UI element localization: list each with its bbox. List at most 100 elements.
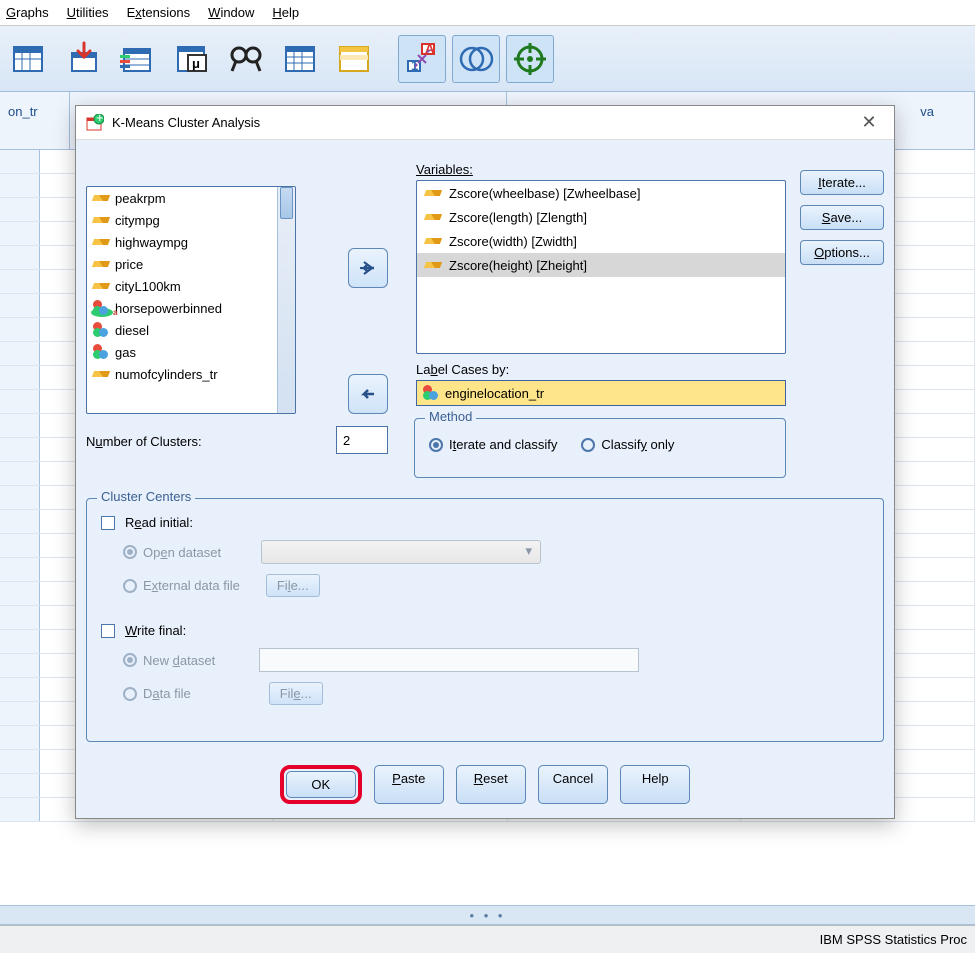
grid-col-first[interactable]: on_tr (0, 92, 70, 149)
method-classify-only[interactable]: Classify only (581, 437, 674, 452)
menu-window[interactable]: Window (208, 5, 254, 20)
source-var-cityL100km[interactable]: cityL100km (87, 275, 295, 297)
toolbar: μ A1 (0, 26, 975, 92)
cc-legend: Cluster Centers (97, 489, 195, 504)
source-var-horsepowerbinned[interactable]: a horsepowerbinned (87, 297, 295, 319)
scale-icon (425, 185, 441, 201)
menu-graphs[interactable]: Graphs (6, 5, 49, 20)
scale-icon (93, 190, 109, 206)
move-to-variables-button[interactable] (348, 248, 388, 288)
iterate-button[interactable]: Iterate... (800, 170, 884, 195)
status-text: IBM SPSS Statistics Proc (820, 932, 967, 947)
scale-icon (425, 257, 441, 273)
open-dataset-select (261, 540, 541, 564)
source-var-peakrpm[interactable]: peakrpm (87, 187, 295, 209)
side-buttons: Iterate... Save... Options... (800, 170, 884, 265)
variables-label: Variables: (416, 162, 473, 177)
var-label: gas (115, 345, 136, 360)
new-dataset-radio: New dataset (123, 653, 215, 668)
selected-var-0[interactable]: Zscore(wheelbase) [Zwheelbase] (417, 181, 785, 205)
svg-text:+: + (96, 114, 104, 125)
numclusters-input[interactable] (336, 426, 388, 454)
var-label: Zscore(width) [Zwidth] (449, 234, 577, 249)
toolbar-find-icon[interactable] (222, 35, 270, 83)
source-var-highwaympg[interactable]: highwaympg (87, 231, 295, 253)
toolbar-labels-icon[interactable]: A1 (398, 35, 446, 83)
source-rows: peakrpmcitympghighwaympgpricecityL100kma… (87, 187, 295, 385)
source-var-gas[interactable]: gas (87, 341, 295, 363)
options-button[interactable]: Options... (800, 240, 884, 265)
toolbar-mu-icon[interactable]: μ (168, 35, 216, 83)
nominal-icon (93, 344, 109, 360)
selected-var-1[interactable]: Zscore(length) [Zlength] (417, 205, 785, 229)
help-button[interactable]: Help (620, 765, 690, 804)
var-label: Zscore(wheelbase) [Zwheelbase] (449, 186, 640, 201)
horizontal-scrollbar[interactable]: • • • (0, 905, 975, 925)
source-var-citympg[interactable]: citympg (87, 209, 295, 231)
nominal-icon: a (93, 300, 109, 316)
toolbar-grid2-icon[interactable] (276, 35, 324, 83)
reset-button[interactable]: Reset (456, 765, 526, 804)
var-label: price (115, 257, 143, 272)
paste-button[interactable]: Paste (374, 765, 444, 804)
write-file-button: File... (269, 682, 323, 705)
source-variable-list[interactable]: peakrpmcitympghighwaympgpricecityL100kma… (86, 186, 296, 414)
kmeans-dialog: + K-Means Cluster Analysis ✕ peakrpm city… (75, 105, 895, 819)
svg-text:μ: μ (192, 56, 200, 71)
scale-icon (93, 256, 109, 272)
scale-icon (93, 278, 109, 294)
menu-extensions[interactable]: Extensions (127, 5, 191, 20)
method-iterate-classify[interactable]: Iterate and classify (429, 437, 557, 452)
var-label: highwaympg (115, 235, 188, 250)
write-final-check[interactable]: Write final: (101, 623, 869, 638)
nominal-icon (423, 385, 439, 401)
menu-utilities[interactable]: Utilities (67, 5, 109, 20)
move-to-labelcases-button[interactable] (348, 374, 388, 414)
scale-icon (93, 212, 109, 228)
source-var-numofcylinders_tr[interactable]: numofcylinders_tr (87, 363, 295, 385)
menu-help[interactable]: Help (272, 5, 299, 20)
source-var-price[interactable]: price (87, 253, 295, 275)
read-file-button: File... (266, 574, 320, 597)
save-button[interactable]: Save... (800, 205, 884, 230)
menu-bar: Graphs Utilities Extensions Window Help (0, 0, 975, 26)
var-label: citympg (115, 213, 160, 228)
dialog-titlebar: + K-Means Cluster Analysis ✕ (76, 106, 894, 140)
dialog-title: K-Means Cluster Analysis (112, 115, 260, 130)
source-list-scrollbar[interactable] (277, 187, 295, 413)
var-label: numofcylinders_tr (115, 367, 218, 382)
external-file-radio: External data file (123, 578, 240, 593)
read-initial-check[interactable]: Read initial: (101, 515, 869, 530)
ok-highlight: OK (280, 765, 362, 804)
new-dataset-input (259, 648, 639, 672)
source-var-diesel[interactable]: diesel (87, 319, 295, 341)
labelcases-field[interactable]: enginelocation_tr (416, 380, 786, 406)
var-label: horsepowerbinned (115, 301, 222, 316)
status-bar: IBM SPSS Statistics Proc (0, 925, 975, 953)
toolbar-list-icon[interactable] (114, 35, 162, 83)
close-icon[interactable]: ✕ (854, 112, 884, 133)
ok-button[interactable]: OK (286, 771, 356, 798)
data-file-radio: Data file (123, 686, 191, 701)
toolbar-target-icon[interactable] (506, 35, 554, 83)
variables-list[interactable]: Zscore(wheelbase) [Zwheelbase] Zscore(len… (416, 180, 786, 354)
toolbar-highlight-icon[interactable] (330, 35, 378, 83)
selected-var-2[interactable]: Zscore(width) [Zwidth] (417, 229, 785, 253)
var-label: peakrpm (115, 191, 166, 206)
toolbar-venn-icon[interactable] (452, 35, 500, 83)
toolbar-grid-icon[interactable] (6, 35, 54, 83)
nominal-icon (93, 322, 109, 338)
labelcases-value: enginelocation_tr (445, 386, 544, 401)
open-dataset-radio: Open dataset (123, 545, 221, 560)
toolbar-import-icon[interactable] (60, 35, 108, 83)
scale-icon (93, 366, 109, 382)
var-label: Zscore(height) [Zheight] (449, 258, 587, 273)
dialog-icon: + (86, 114, 104, 132)
selected-var-3[interactable]: Zscore(height) [Zheight] (417, 253, 785, 277)
scale-icon (425, 209, 441, 225)
labelcases-label: Label Cases by: (416, 362, 509, 377)
dialog-buttons: OK Paste Reset Cancel Help (76, 765, 894, 804)
svg-text:A: A (425, 41, 435, 56)
scale-icon (425, 233, 441, 249)
cancel-button[interactable]: Cancel (538, 765, 608, 804)
